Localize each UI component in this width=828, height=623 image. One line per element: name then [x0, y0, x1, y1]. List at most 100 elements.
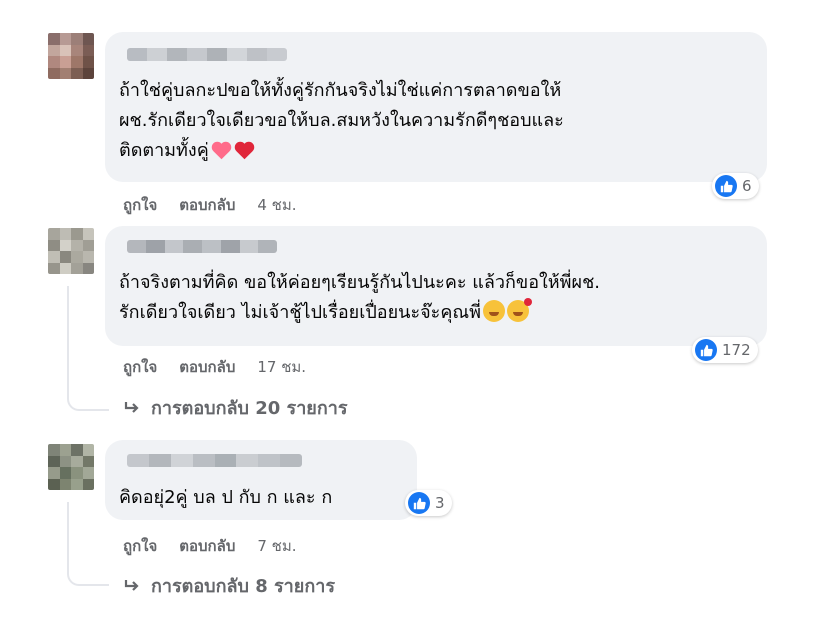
view-replies-label: การตอบกลับ 20 รายการ [151, 398, 348, 419]
avatar-pixel [48, 262, 60, 274]
timestamp[interactable]: 17 ชม. [257, 355, 306, 379]
like-link[interactable]: ถูกใจ [123, 355, 157, 379]
view-replies-label: การตอบกลับ 8 รายการ [151, 576, 336, 597]
avatar-pixel [71, 467, 83, 479]
timestamp[interactable]: 7 ชม. [257, 534, 296, 558]
author-blur-block [267, 48, 287, 61]
avatar-pixel [82, 67, 94, 79]
avatar-pixel [48, 239, 60, 251]
avatar-pixel [82, 478, 94, 490]
two-hearts-icon [213, 143, 230, 160]
author-blur-block [192, 454, 215, 467]
avatar-pixel [71, 33, 83, 45]
timestamp[interactable]: 4 ชม. [257, 193, 296, 217]
avatar-pixel [59, 467, 71, 479]
avatar-pixel [71, 67, 83, 79]
avatar-pixel [71, 239, 83, 251]
avatar-pixel [59, 262, 71, 274]
view-replies-link[interactable]: การตอบกลับ 20 รายการ [123, 393, 348, 422]
avatar-pixel [59, 56, 71, 68]
avatar-pixel [48, 455, 60, 467]
avatar-pixel [48, 444, 60, 456]
like-icon [695, 339, 717, 361]
like-icon [408, 492, 430, 514]
reply-arrow-icon [124, 579, 139, 591]
comment-actions: ถูกใจ ตอบกลับ 7 ชม. [123, 534, 297, 558]
reaction-summary[interactable]: 3 [405, 490, 452, 516]
reply-link[interactable]: ตอบกลับ [179, 355, 235, 379]
avatar-pixel [71, 228, 83, 240]
smiling-face-with-hearts-icon [506, 298, 532, 322]
reply-link[interactable]: ตอบกลับ [179, 193, 235, 217]
avatar-pixel [82, 444, 94, 456]
comment-line: ถ้าใช่คู่บลกะปขอให้ทั้งคู่รักกันจริงไม่ใ… [119, 80, 562, 101]
author-blur-block [187, 48, 207, 61]
thread-elbow [67, 560, 109, 586]
comment-actions: ถูกใจ ตอบกลับ 17 ชม. [123, 355, 306, 379]
avatar-pixel [71, 478, 83, 490]
avatar-pixel [59, 444, 71, 456]
avatar-pixel [71, 56, 83, 68]
reaction-summary[interactable]: 172 [692, 337, 758, 363]
thread-line [67, 502, 69, 564]
reaction-summary[interactable]: 6 [712, 173, 759, 199]
avatar[interactable] [48, 228, 94, 274]
comment-bubble: ถ้าจริงตามที่คิด ขอให้ค่อยๆเรียนรู้กันไป… [105, 226, 767, 346]
author-blur-block [145, 240, 165, 253]
reaction-count: 172 [722, 341, 751, 359]
author-blur-block [170, 454, 193, 467]
avatar-pixel [71, 455, 83, 467]
comment-text: คิดอยุ่2คู่ บล ป กับ ก และ ก [119, 483, 332, 513]
author-blur-block [127, 240, 146, 253]
author-blur-block [164, 240, 184, 253]
author-blur-block [148, 454, 171, 467]
author-name-redacted[interactable] [127, 454, 302, 467]
comment-bubble: ถ้าใช่คู่บลกะปขอให้ทั้งคู่รักกันจริงไม่ใ… [105, 32, 767, 182]
grinning-face-icon [482, 300, 505, 322]
view-replies-link[interactable]: การตอบกลับ 8 รายการ [123, 571, 335, 600]
like-link[interactable]: ถูกใจ [123, 193, 157, 217]
avatar-pixel [82, 455, 94, 467]
avatar-pixel [82, 44, 94, 56]
avatar-pixel [59, 33, 71, 45]
author-blur-block [258, 454, 281, 467]
comment-text: ถ้าใช่คู่บลกะปขอให้ทั้งคู่รักกันจริงไม่ใ… [119, 76, 564, 166]
author-name-redacted[interactable] [127, 240, 277, 253]
red-heart-icon [236, 143, 253, 160]
avatar-pixel [59, 44, 71, 56]
author-blur-block [236, 454, 259, 467]
like-icon [715, 175, 737, 197]
avatar-pixel [82, 33, 94, 45]
author-blur-block [220, 240, 240, 253]
comment-line: รักเดียวใจเดียว ไม่เจ้าชู้ไปเรื่อยเปื่อย… [119, 298, 600, 328]
avatar-pixel [71, 44, 83, 56]
avatar-pixel [82, 56, 94, 68]
avatar-pixel [59, 239, 71, 251]
author-name-redacted[interactable] [127, 48, 287, 61]
reaction-count: 3 [435, 494, 445, 512]
avatar-pixel [48, 478, 60, 490]
avatar-pixel [82, 262, 94, 274]
avatar-pixel [59, 228, 71, 240]
avatar-pixel [59, 251, 71, 263]
avatar[interactable] [48, 33, 94, 79]
thread-line [67, 286, 69, 390]
avatar-pixel [48, 467, 60, 479]
avatar-pixel [48, 44, 60, 56]
comment-actions: ถูกใจ ตอบกลับ 4 ชม. [123, 193, 297, 217]
avatar-pixel [59, 478, 71, 490]
avatar-pixel [71, 262, 83, 274]
author-blur-block [127, 48, 147, 61]
comment-bubble: คิดอยุ่2คู่ บล ป กับ ก และ ก [105, 440, 417, 520]
avatar-pixel [71, 444, 83, 456]
avatar[interactable] [48, 444, 94, 490]
like-link[interactable]: ถูกใจ [123, 534, 157, 558]
avatar-pixel [48, 67, 60, 79]
avatar-pixel [48, 33, 60, 45]
author-blur-block [280, 454, 302, 467]
reply-arrow-icon [124, 401, 139, 413]
reply-link[interactable]: ตอบกลับ [179, 534, 235, 558]
avatar-pixel [48, 228, 60, 240]
avatar-pixel [82, 239, 94, 251]
avatar-pixel [82, 467, 94, 479]
